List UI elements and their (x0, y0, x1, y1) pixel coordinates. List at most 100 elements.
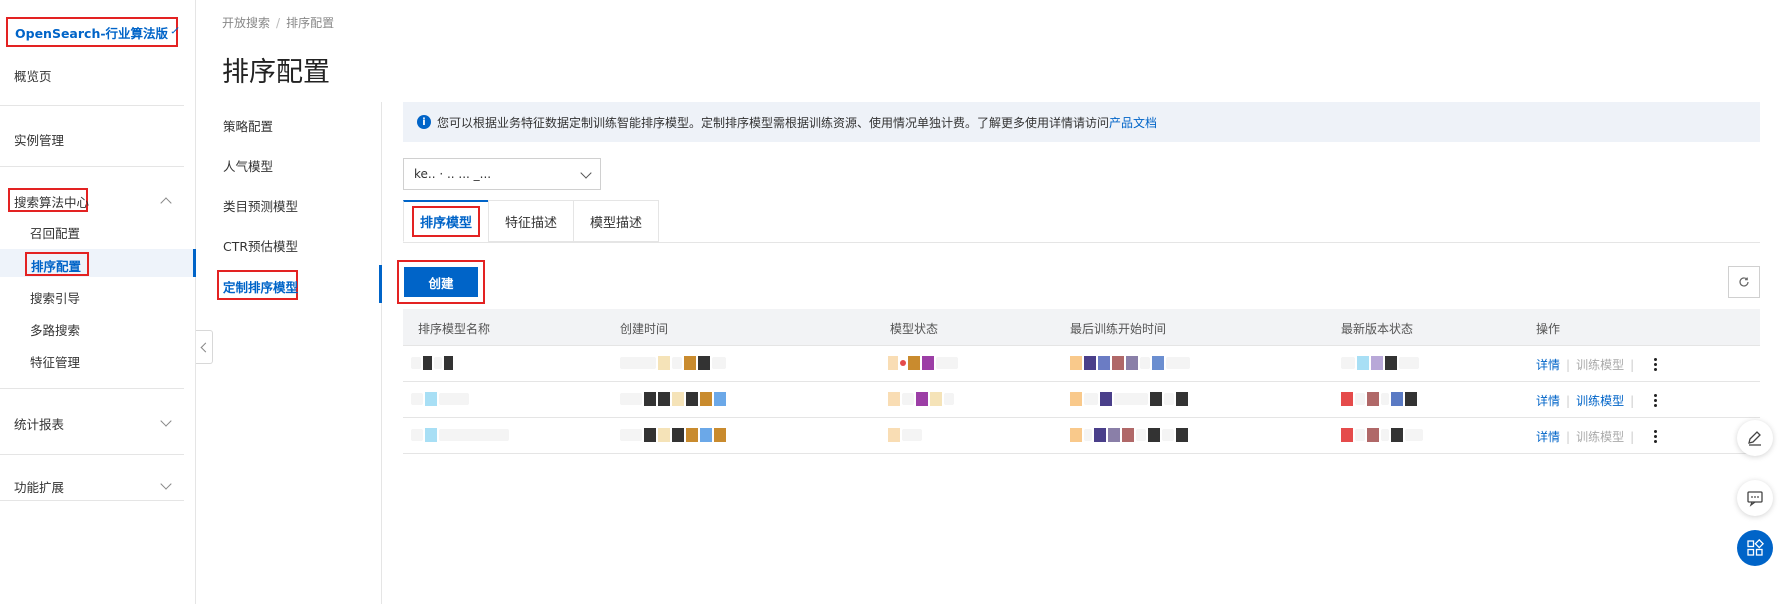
pencil-icon (1748, 431, 1761, 446)
created-time-cell (620, 427, 728, 443)
sidebar-divider (0, 500, 184, 501)
chevron-down-icon[interactable] (160, 478, 172, 490)
page-title: 排序配置 (222, 57, 330, 88)
feedback-float-button[interactable] (1737, 480, 1773, 516)
apps-grid-icon (1747, 539, 1764, 556)
sidebar-item-sort-config[interactable]: 排序配置 (25, 252, 89, 276)
sidebar-divider (0, 454, 184, 455)
model-name-cell (411, 391, 471, 407)
action-separator: | (1630, 429, 1635, 444)
train-model-link[interactable]: 训练模型 (1576, 428, 1624, 445)
subnav-item-category-prediction-model[interactable]: 类目预测模型 (223, 196, 298, 215)
model-tabs: 排序模型 特征描述 模型描述 (403, 200, 660, 242)
chevron-down-icon (171, 26, 179, 34)
column-header-actions: 操作 (1536, 322, 1561, 336)
detail-link[interactable]: 详情 (1536, 428, 1560, 445)
product-docs-link[interactable]: 产品文档 (1109, 114, 1157, 131)
breadcrumb-separator: / (276, 16, 281, 30)
sidebar-item-multi-search[interactable]: 多路搜索 (30, 320, 80, 339)
sidebar: OpenSearch-行业算法版 概览页 实例管理 搜索算法中心 召回配置 排序… (0, 0, 196, 604)
sidebar-divider (0, 166, 184, 167)
table-row: 详情 | 训练模型 | (403, 382, 1760, 418)
refresh-icon (1739, 277, 1749, 287)
subnav-active-indicator (379, 265, 382, 303)
subnav-item-popularity-model[interactable]: 人气模型 (223, 156, 273, 175)
edit-float-button[interactable] (1737, 420, 1773, 456)
more-actions-icon[interactable] (1654, 358, 1658, 371)
column-header-last-train-time: 最后训练开始时间 (1070, 322, 1167, 336)
product-switcher[interactable]: OpenSearch-行业算法版 (6, 17, 179, 47)
product-name: OpenSearch-行业算法版 (15, 25, 169, 41)
sidebar-item-search-guide[interactable]: 搜索引导 (30, 288, 80, 307)
model-status-cell (888, 391, 956, 407)
action-separator: | (1630, 393, 1635, 408)
created-time-cell (620, 391, 728, 407)
latest-version-status-cell (1341, 391, 1419, 407)
more-actions-icon[interactable] (1654, 430, 1658, 443)
breadcrumb-root[interactable]: 开放搜索 (222, 16, 270, 30)
sidebar-active-indicator (193, 249, 196, 277)
notice-text: 您可以根据业务特征数据定制训练智能排序模型。定制排序模型需根据训练资源、使用情况… (437, 115, 1110, 130)
action-separator: | (1566, 357, 1571, 372)
last-train-time-cell (1070, 427, 1190, 443)
model-status-cell (888, 427, 924, 443)
apps-float-button[interactable] (1737, 530, 1773, 566)
sidebar-item-statistics[interactable]: 统计报表 (14, 414, 64, 433)
sidebar-collapse-button[interactable] (196, 330, 213, 364)
app-select[interactable]: ke.. · .. ... _... (403, 158, 601, 190)
action-separator: | (1566, 429, 1571, 444)
model-status-cell (888, 355, 960, 371)
created-time-cell (620, 355, 728, 371)
chat-icon (1747, 491, 1763, 507)
tabs-divider (403, 242, 1760, 243)
latest-version-status-cell (1341, 355, 1421, 371)
sidebar-item-feature-management[interactable]: 特征管理 (30, 352, 80, 371)
action-separator: | (1630, 357, 1635, 372)
refresh-button[interactable] (1728, 266, 1760, 298)
breadcrumb-current: 排序配置 (286, 16, 335, 30)
info-notice: i 您可以根据业务特征数据定制训练智能排序模型。定制排序模型需根据训练资源、使用… (403, 102, 1760, 142)
model-name-cell (411, 355, 455, 371)
column-header-model-status: 模型状态 (890, 322, 939, 336)
chevron-down-icon (580, 167, 592, 179)
row-actions: 详情 | 训练模型 | (1536, 428, 1658, 445)
table-row: 详情 | 训练模型 | (403, 346, 1760, 382)
tab-sort-model[interactable]: 排序模型 (403, 200, 489, 242)
column-header-created-time: 创建时间 (620, 322, 669, 336)
app-select-value: ke.. · .. ... _... (414, 167, 492, 181)
chevron-down-icon[interactable] (160, 415, 172, 427)
subnav-divider (381, 102, 382, 604)
create-button[interactable]: 创建 (404, 267, 478, 297)
info-icon: i (417, 115, 431, 129)
table-header: 排序模型名称 创建时间 模型状态 最后训练开始时间 最新版本状态 操作 (403, 309, 1760, 346)
subnav-item-ctr-model[interactable]: CTR预估模型 (223, 236, 298, 255)
sidebar-divider (0, 105, 184, 106)
last-train-time-cell (1070, 391, 1190, 407)
model-name-cell (411, 427, 511, 443)
detail-link[interactable]: 详情 (1536, 356, 1560, 373)
sidebar-item-instance-management[interactable]: 实例管理 (14, 130, 64, 149)
row-actions: 详情 | 训练模型 | (1536, 356, 1658, 373)
sidebar-group-search-center[interactable]: 搜索算法中心 (8, 188, 89, 212)
sidebar-item-extensions[interactable]: 功能扩展 (14, 477, 64, 496)
subnav-item-strategy-config[interactable]: 策略配置 (223, 116, 273, 135)
tab-model-description[interactable]: 模型描述 (573, 200, 660, 242)
chevron-up-icon[interactable] (160, 197, 172, 209)
latest-version-status-cell (1341, 427, 1425, 443)
sidebar-item-overview[interactable]: 概览页 (14, 66, 52, 85)
column-header-name: 排序模型名称 (418, 322, 491, 336)
create-button-highlight: 创建 (397, 260, 485, 304)
column-header-latest-version-status: 最新版本状态 (1341, 322, 1414, 336)
tab-feature-description[interactable]: 特征描述 (488, 200, 574, 242)
train-model-link[interactable]: 训练模型 (1576, 392, 1624, 409)
action-separator: | (1566, 393, 1571, 408)
sidebar-item-recall-config[interactable]: 召回配置 (30, 223, 80, 242)
sidebar-divider (0, 388, 184, 389)
tab-label: 排序模型 (412, 206, 481, 237)
subnav-item-custom-sort-model[interactable]: 定制排序模型 (217, 270, 298, 300)
more-actions-icon[interactable] (1654, 394, 1658, 407)
row-actions: 详情 | 训练模型 | (1536, 392, 1658, 409)
breadcrumb: 开放搜索 / 排序配置 (222, 14, 334, 31)
detail-link[interactable]: 详情 (1536, 392, 1560, 409)
train-model-link[interactable]: 训练模型 (1576, 356, 1624, 373)
